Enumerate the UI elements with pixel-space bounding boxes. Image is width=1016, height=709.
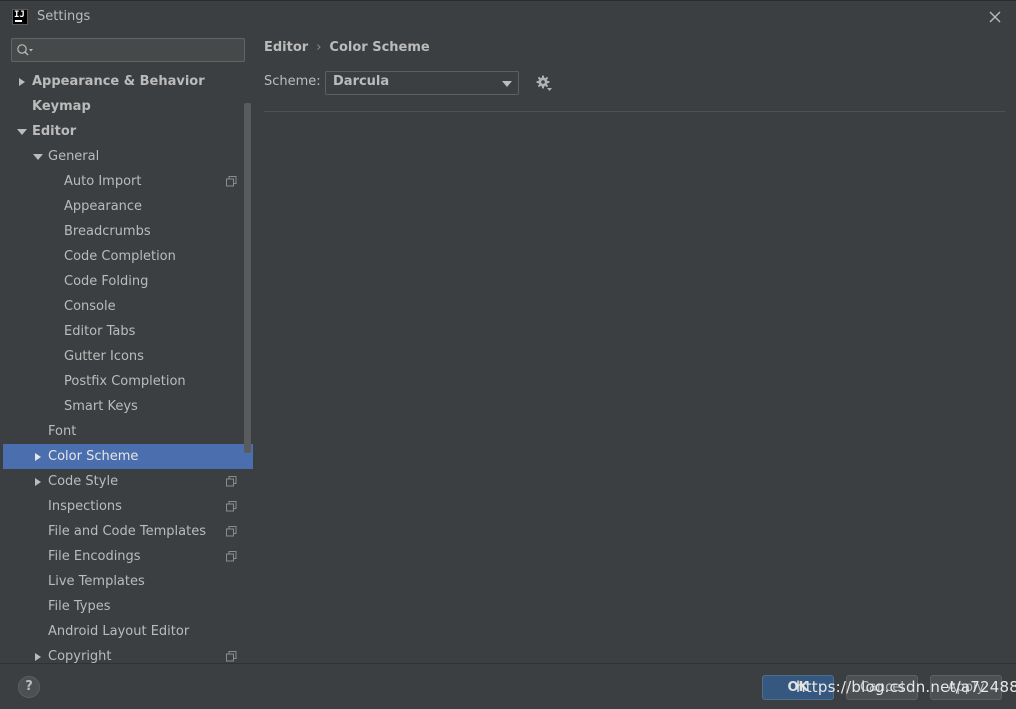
- tree-item-keymap[interactable]: Keymap: [3, 94, 253, 119]
- tree-item-font[interactable]: Font: [3, 419, 253, 444]
- tree-item-label: Keymap: [32, 99, 91, 114]
- watermark-text: https://blog.csdn.net/a724888: [796, 678, 1016, 696]
- tree-item-label: Code Style: [48, 474, 119, 489]
- project-settings-icon: [226, 526, 237, 537]
- scrollbar-thumb[interactable]: [244, 103, 251, 453]
- scheme-select-value: Darcula: [333, 74, 390, 89]
- tree-item-file-encodings[interactable]: File Encodings: [3, 544, 253, 569]
- tree-item-label: Inspections: [48, 499, 122, 514]
- tree-item-console[interactable]: Console: [3, 294, 253, 319]
- search-icon: [17, 44, 33, 56]
- tree-item-color-scheme[interactable]: Color Scheme: [3, 444, 253, 469]
- color-scheme-panel: Editor › Color Scheme Scheme: Darcula: [253, 33, 1016, 663]
- tree-item-label: Postfix Completion: [64, 374, 186, 389]
- project-settings-icon: [226, 651, 237, 662]
- tree-item-label: Copyright: [48, 649, 112, 663]
- tree-item-gutter-icons[interactable]: Gutter Icons: [3, 344, 253, 369]
- tree-item-label: Code Completion: [64, 249, 176, 264]
- title-bar: IJ Settings: [0, 0, 1016, 33]
- tree-item-label: Code Folding: [64, 274, 149, 289]
- tree-item-smart-keys[interactable]: Smart Keys: [3, 394, 253, 419]
- tree-item-label: File Encodings: [48, 549, 141, 564]
- project-settings-icon: [226, 476, 237, 487]
- tree-item-label: Editor Tabs: [64, 324, 136, 339]
- breadcrumb: Editor › Color Scheme: [264, 39, 430, 57]
- tree-item-auto-import[interactable]: Auto Import: [3, 169, 253, 194]
- tree-item-label: Breadcrumbs: [64, 224, 151, 239]
- breadcrumb-separator: ›: [316, 40, 322, 55]
- tree-item-label: Appearance & Behavior: [32, 74, 205, 89]
- tree-scrollbar[interactable]: [244, 103, 252, 453]
- tree-item-postfix-completion[interactable]: Postfix Completion: [3, 369, 253, 394]
- tree-item-android-layout-editor[interactable]: Android Layout Editor: [3, 619, 253, 644]
- chevron-down-icon: [502, 81, 512, 87]
- tree-item-general[interactable]: General: [3, 144, 253, 169]
- project-settings-icon: [226, 501, 237, 512]
- tree-item-label: File Types: [48, 599, 111, 614]
- tree-item-label: Auto Import: [64, 174, 142, 189]
- tree-item-label: Appearance: [64, 199, 143, 214]
- tree-item-appearance-behavior[interactable]: Appearance & Behavior: [3, 69, 253, 94]
- tree-item-code-style[interactable]: Code Style: [3, 469, 253, 494]
- gear-icon[interactable]: [535, 74, 553, 92]
- chevron-right-icon[interactable]: [33, 652, 43, 662]
- intellij-app-icon: IJ: [12, 9, 28, 25]
- tree-item-label: Editor: [32, 124, 77, 139]
- close-icon[interactable]: [986, 8, 1004, 26]
- chevron-right-icon[interactable]: [17, 77, 27, 87]
- tree-item-label: File and Code Templates: [48, 524, 206, 539]
- window-title: Settings: [37, 9, 91, 24]
- tree-item-label: Color Scheme: [48, 449, 139, 464]
- settings-tree: Appearance & Behavior Keymap Editor General…: [3, 69, 253, 663]
- tree-item-appearance[interactable]: Appearance: [3, 194, 253, 219]
- tree-item-file-and-code-templates[interactable]: File and Code Templates: [3, 519, 253, 544]
- tree-item-label: General: [48, 149, 100, 164]
- app-icon-text: IJ: [14, 10, 25, 20]
- panel-divider: [264, 111, 1005, 112]
- chevron-down-icon[interactable]: [17, 127, 27, 137]
- tree-item-label: Font: [48, 424, 77, 439]
- scheme-label: Scheme:: [264, 74, 321, 89]
- settings-sidebar: Appearance & Behavior Keymap Editor General…: [3, 33, 253, 663]
- tree-item-label: Gutter Icons: [64, 349, 144, 364]
- breadcrumb-parent[interactable]: Editor: [264, 40, 308, 55]
- tree-item-editor-tabs[interactable]: Editor Tabs: [3, 319, 253, 344]
- tree-item-copyright[interactable]: Copyright: [3, 644, 253, 663]
- search-input[interactable]: [36, 41, 236, 59]
- tree-item-editor[interactable]: Editor: [3, 119, 253, 144]
- tree-item-file-types[interactable]: File Types: [3, 594, 253, 619]
- project-settings-icon: [226, 551, 237, 562]
- tree-item-code-completion[interactable]: Code Completion: [3, 244, 253, 269]
- tree-item-label: Smart Keys: [64, 399, 138, 414]
- chevron-down-icon[interactable]: [33, 152, 43, 162]
- chevron-right-icon[interactable]: [33, 477, 43, 487]
- tree-item-inspections[interactable]: Inspections: [3, 494, 253, 519]
- help-button[interactable]: ?: [18, 676, 40, 698]
- scheme-select[interactable]: Darcula: [325, 71, 519, 95]
- settings-search-box[interactable]: [11, 38, 245, 62]
- tree-item-breadcrumbs[interactable]: Breadcrumbs: [3, 219, 253, 244]
- dialog-footer: ? OK Cancel Apply https://blog.csdn.net/…: [0, 663, 1016, 709]
- project-settings-icon: [226, 176, 237, 187]
- tree-item-label: Android Layout Editor: [48, 624, 190, 639]
- tree-item-live-templates[interactable]: Live Templates: [3, 569, 253, 594]
- breadcrumb-current: Color Scheme: [329, 40, 430, 55]
- chevron-right-icon[interactable]: [33, 452, 43, 462]
- tree-item-label: Console: [64, 299, 116, 314]
- tree-item-label: Live Templates: [48, 574, 145, 589]
- tree-item-code-folding[interactable]: Code Folding: [3, 269, 253, 294]
